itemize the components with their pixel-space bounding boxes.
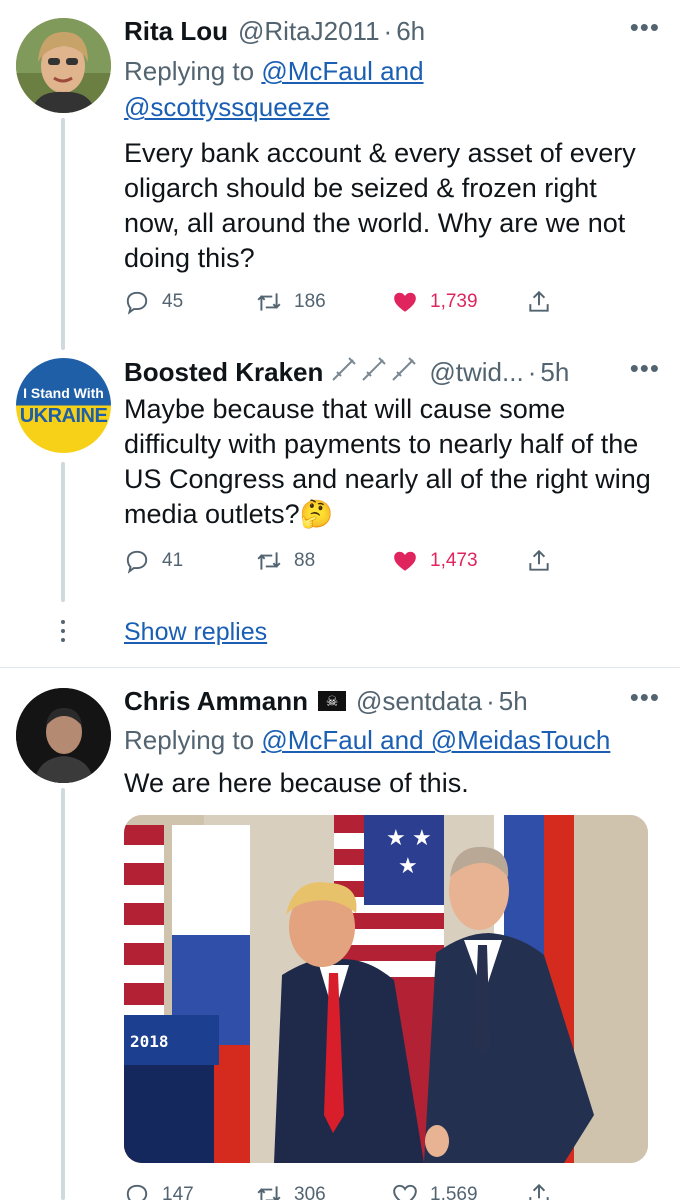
like-count: 1,473 xyxy=(430,550,478,571)
share-button[interactable] xyxy=(526,1180,552,1200)
svg-text:★: ★ xyxy=(386,826,406,851)
retweet-button[interactable]: 186 xyxy=(256,287,326,317)
user-handle[interactable]: @RitaJ2011 xyxy=(238,16,380,47)
like-button[interactable]: 1,739 xyxy=(392,287,478,317)
replying-to: Replying to @McFaul and @scottyssqueeze xyxy=(124,53,660,125)
retweet-count: 88 xyxy=(294,550,316,571)
pirate-flag-icon: ☠ xyxy=(317,691,346,711)
retweet-count: 186 xyxy=(294,291,326,312)
retweet-count: 306 xyxy=(294,1184,326,1200)
more-icon[interactable]: ••• xyxy=(630,13,660,41)
more-icon[interactable]: ••• xyxy=(630,354,660,382)
reply-count: 45 xyxy=(162,291,184,312)
like-button[interactable]: 1,569 xyxy=(392,1180,478,1200)
replying-to: Replying to @McFaul and @MeidasTouch xyxy=(124,722,660,758)
tweet-text: Maybe because that will cause some diffi… xyxy=(124,394,651,529)
avatar-text-bottom: UKRAINE xyxy=(19,405,108,427)
replying-prefix: Replying to xyxy=(124,56,262,86)
display-name[interactable]: Chris Ammann xyxy=(124,686,308,717)
retweet-button[interactable]: 306 xyxy=(256,1180,326,1200)
share-icon xyxy=(529,549,549,571)
avatar[interactable] xyxy=(16,18,111,113)
thread-ellipsis-icon xyxy=(58,620,68,647)
tweet-header: Boosted Kraken @twid... · 5h ••• xyxy=(124,354,660,390)
timestamp[interactable]: 5h xyxy=(540,357,569,388)
tweet-actions: 147 306 1,569 xyxy=(124,1180,564,1200)
retweet-icon xyxy=(257,293,281,311)
like-count: 1,569 xyxy=(430,1184,478,1200)
avatar[interactable] xyxy=(16,688,111,783)
thread-line xyxy=(61,462,65,602)
thread-line xyxy=(61,788,65,1200)
tweet-actions: 45 186 1,739 xyxy=(124,287,564,317)
display-name[interactable]: Rita Lou xyxy=(124,16,228,47)
thread-line xyxy=(61,118,65,350)
reply-button[interactable]: 45 xyxy=(124,287,183,317)
reply-count: 41 xyxy=(162,550,184,571)
reply-count: 147 xyxy=(162,1184,194,1200)
share-icon xyxy=(529,290,549,312)
retweet-button[interactable]: 88 xyxy=(256,546,315,576)
avatar[interactable]: I Stand With UKRAINE xyxy=(16,358,111,453)
show-replies-link[interactable]: Show replies xyxy=(124,618,267,647)
replying-prefix: Replying to xyxy=(124,725,262,755)
mention-link[interactable]: @McFaul and xyxy=(261,56,423,86)
tweet-photo[interactable]: ★ ★ ★ 2018 xyxy=(124,815,648,1163)
reply-button[interactable]: 41 xyxy=(124,546,183,576)
tweet-text: Every bank account & every asset of ever… xyxy=(124,138,636,273)
more-icon[interactable]: ••• xyxy=(630,683,660,711)
tweet-actions: 41 88 1,473 xyxy=(124,546,564,576)
reply-button[interactable]: 147 xyxy=(124,1180,194,1200)
mention-link[interactable]: @scottyssqueeze xyxy=(124,92,330,122)
like-count: 1,739 xyxy=(430,291,478,312)
syringe-icon xyxy=(329,354,419,390)
tweet-text: We are here because of this. xyxy=(124,768,469,798)
like-button[interactable]: 1,473 xyxy=(392,546,478,576)
like-icon xyxy=(393,1184,417,1200)
separator-dot: · xyxy=(383,15,393,46)
separator-dot: · xyxy=(527,356,537,387)
display-name[interactable]: Boosted Kraken xyxy=(124,357,323,388)
reply-icon xyxy=(126,291,148,315)
like-icon xyxy=(394,292,416,312)
share-button[interactable] xyxy=(526,287,552,317)
svg-text:★: ★ xyxy=(398,854,418,879)
podium-label: 2018 xyxy=(130,1032,169,1051)
timestamp[interactable]: 5h xyxy=(499,686,528,717)
divider xyxy=(0,667,680,668)
mention-link[interactable]: @McFaul and @MeidasTouch xyxy=(261,725,610,755)
reply-icon xyxy=(126,550,148,574)
avatar-text-top: I Stand With xyxy=(23,385,104,401)
retweet-icon xyxy=(257,1186,281,1200)
timestamp[interactable]: 6h xyxy=(396,16,425,47)
tweet-header: Chris Ammann ☠ @sentdata · 5h ••• xyxy=(124,683,660,719)
tweet-header: Rita Lou @RitaJ2011 · 6h ••• xyxy=(124,13,660,49)
user-handle[interactable]: @sentdata xyxy=(356,686,482,717)
like-icon xyxy=(394,551,416,571)
svg-text:★: ★ xyxy=(412,826,432,851)
separator-dot: · xyxy=(486,685,495,716)
share-icon xyxy=(529,1183,549,1200)
reply-icon xyxy=(126,1184,148,1200)
retweet-icon xyxy=(257,552,281,570)
user-handle[interactable]: @twid... xyxy=(429,357,523,388)
share-button[interactable] xyxy=(526,546,552,576)
